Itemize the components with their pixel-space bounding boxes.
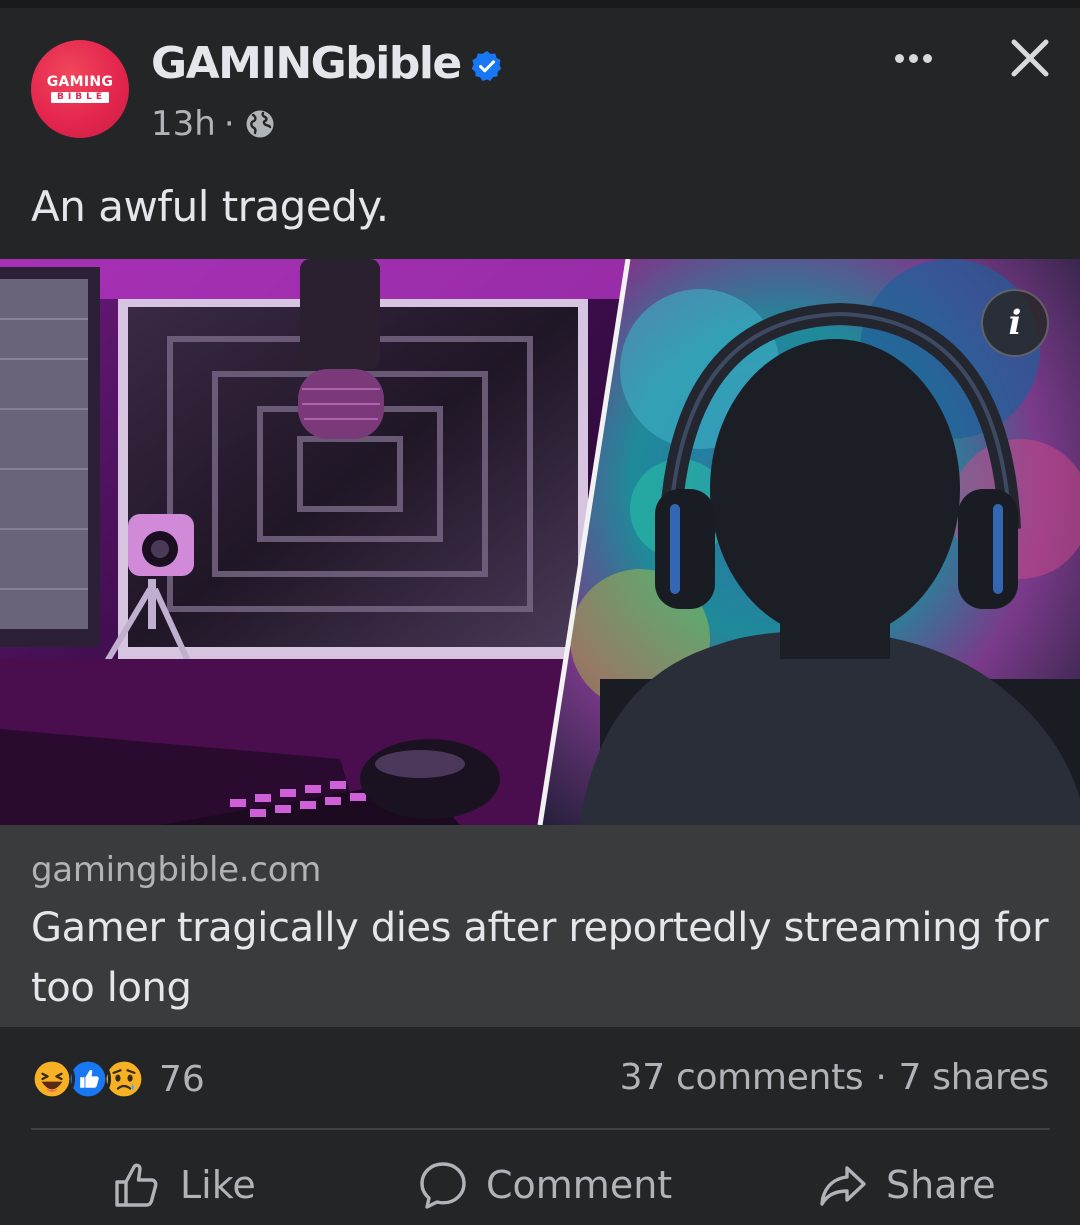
link-domain: gamingbible.com — [31, 850, 322, 890]
avatar-logo-subtext: BIBLE — [51, 92, 109, 103]
page-avatar[interactable]: GAMING BIBLE — [31, 40, 129, 138]
reactions-summary[interactable]: 76 — [29, 1056, 205, 1102]
more-dot-icon — [908, 53, 918, 63]
share-button[interactable]: Share — [818, 1150, 996, 1220]
more-options-button[interactable] — [888, 40, 938, 76]
like-label: Like — [180, 1163, 256, 1207]
stats-separator: · — [875, 1057, 887, 1098]
action-bar: Like Comment Share — [0, 1150, 1080, 1220]
top-strip — [0, 0, 1080, 8]
info-icon[interactable]: i — [981, 289, 1049, 357]
post-meta: 13h · — [151, 104, 275, 144]
like-button[interactable]: Like — [112, 1150, 256, 1220]
page-name-row: GAMINGbible — [151, 38, 503, 89]
post-caption: An awful tragedy. — [31, 182, 389, 231]
more-dot-icon — [922, 53, 932, 63]
link-headline[interactable]: Gamer tragically dies after reportedly s… — [31, 898, 1061, 1018]
close-icon[interactable] — [1006, 34, 1054, 82]
reaction-count: 76 — [159, 1058, 205, 1100]
divider — [31, 1128, 1050, 1130]
globe-icon — [246, 110, 274, 138]
post-image-graphic — [0, 259, 1080, 825]
comments-count[interactable]: 37 comments — [620, 1057, 864, 1098]
post-image[interactable] — [0, 259, 1080, 825]
comment-label: Comment — [486, 1163, 673, 1207]
haha-icon — [29, 1056, 75, 1102]
share-label: Share — [886, 1163, 996, 1207]
meta-separator: · — [223, 104, 235, 144]
share-arrow-icon — [820, 1166, 866, 1206]
comment-button[interactable]: Comment — [418, 1150, 672, 1220]
verified-badge-icon — [471, 50, 502, 81]
thumbs-up-icon — [115, 1163, 158, 1207]
avatar-logo-text: GAMING — [46, 74, 114, 90]
shares-count[interactable]: 7 shares — [899, 1057, 1050, 1098]
engagement-stats: 37 comments · 7 shares — [620, 1057, 1050, 1098]
post-time[interactable]: 13h — [151, 104, 216, 144]
page-name[interactable]: GAMINGbible — [151, 38, 462, 89]
more-dot-icon — [894, 53, 904, 63]
comment-bubble-icon — [420, 1162, 466, 1209]
